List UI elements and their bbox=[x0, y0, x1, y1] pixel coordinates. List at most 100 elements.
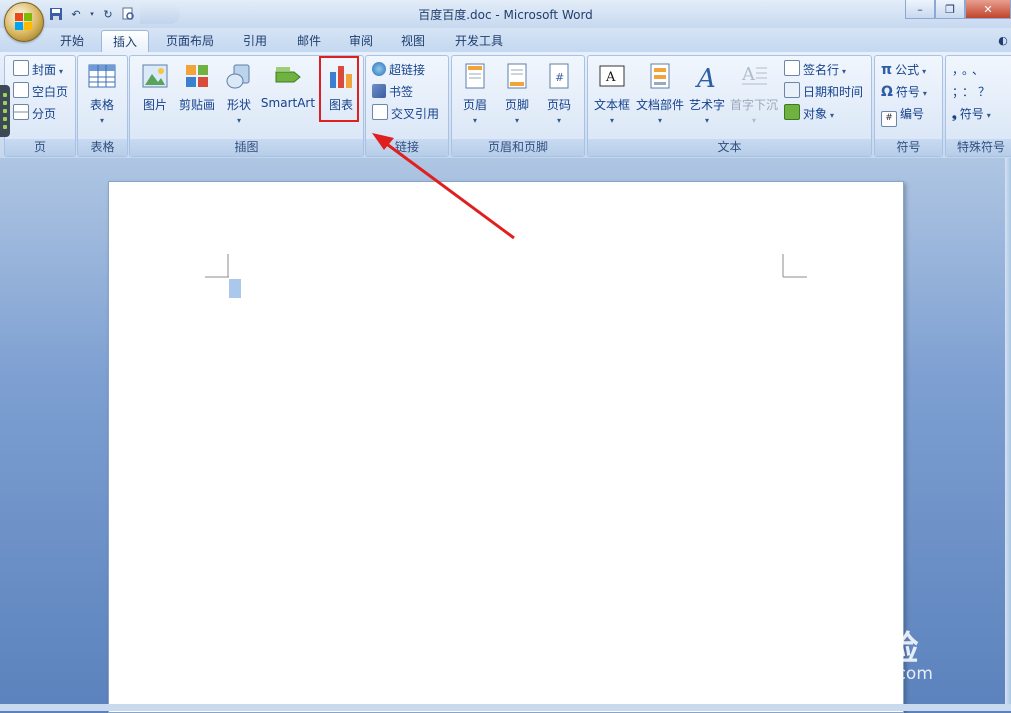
group-pages: 封面 ▾ 空白页 分页 页 bbox=[4, 55, 76, 157]
cover-page-button[interactable]: 封面 ▾ bbox=[13, 60, 63, 80]
group-label-header-footer: 页眉和页脚 bbox=[452, 139, 584, 156]
hyperlink-button[interactable]: 超链接 bbox=[372, 60, 425, 80]
numbering-button[interactable]: # 编号 bbox=[881, 104, 924, 127]
object-icon bbox=[784, 104, 800, 120]
footer-button[interactable]: 页脚 ▾ bbox=[496, 62, 538, 130]
cross-reference-icon bbox=[372, 104, 388, 120]
tab-references[interactable]: 引用 bbox=[235, 30, 275, 52]
vertical-scrollbar[interactable] bbox=[1005, 158, 1011, 711]
group-label-text: 文本 bbox=[588, 139, 871, 156]
table-icon bbox=[88, 62, 116, 90]
tab-mailings[interactable]: 邮件 bbox=[287, 30, 331, 52]
pi-icon: π bbox=[881, 62, 893, 78]
svg-text:A: A bbox=[695, 64, 716, 90]
cross-reference-button[interactable]: 交叉引用 bbox=[372, 104, 439, 124]
table-button[interactable]: 表格 ▾ bbox=[81, 62, 123, 130]
signature-line-button[interactable]: 签名行 ▾ bbox=[784, 60, 846, 80]
office-button[interactable] bbox=[4, 2, 44, 42]
page-number-button[interactable]: # 页码 ▾ bbox=[538, 62, 580, 130]
equation-button[interactable]: π 公式 ▾ bbox=[881, 60, 926, 80]
svg-text:A: A bbox=[605, 70, 616, 85]
ribbon-tab-bar: 开始 插入 页面布局 引用 邮件 审阅 视图 开发工具 ◐ bbox=[0, 28, 1011, 53]
group-label-links: 链接 bbox=[366, 139, 448, 156]
title-bar: ↶ ▾ ↻ 百度百度.doc - Microsoft Word – ❐ ✕ bbox=[0, 0, 1011, 28]
group-label-table: 表格 bbox=[78, 139, 127, 156]
special-symbol-button[interactable]: ❟ 符号 ▾ bbox=[952, 104, 991, 124]
chevron-down-icon: ▾ bbox=[704, 116, 709, 125]
chevron-down-icon: ▾ bbox=[514, 116, 519, 125]
watermark-brand: Bai 经验 bbox=[773, 629, 920, 669]
ribbon: 封面 ▾ 空白页 分页 页 表格 ▾ 表格 图片 剪贴画 形状 ▾ SmartA… bbox=[0, 52, 1011, 159]
chevron-down-icon: ▾ bbox=[556, 116, 561, 125]
bookmark-icon bbox=[372, 84, 386, 98]
window-title: 百度百度.doc - Microsoft Word bbox=[418, 8, 593, 22]
quick-parts-button[interactable]: 文档部件 ▾ bbox=[635, 62, 685, 130]
drop-cap-icon: A bbox=[740, 62, 768, 90]
help-icon[interactable]: ◐ bbox=[996, 30, 1010, 52]
picture-icon bbox=[141, 62, 169, 90]
group-header-footer: 页眉 ▾ 页脚 ▾ # 页码 ▾ 页眉和页脚 bbox=[451, 55, 585, 157]
tab-developer[interactable]: 开发工具 bbox=[447, 30, 511, 52]
smartart-button[interactable]: SmartArt bbox=[260, 62, 316, 130]
object-button[interactable]: 对象 ▾ bbox=[784, 104, 834, 124]
tab-insert[interactable]: 插入 bbox=[101, 30, 149, 53]
restore-button[interactable]: ❐ bbox=[935, 0, 965, 19]
blank-page-icon bbox=[13, 82, 29, 98]
cover-page-icon bbox=[13, 60, 29, 76]
group-symbols: π 公式 ▾ Ω 符号 ▾ # 编号 符号 bbox=[874, 55, 943, 157]
tab-view[interactable]: 视图 bbox=[393, 30, 433, 52]
wordart-icon: A bbox=[693, 62, 721, 94]
group-special-symbols: ，。、 ；：？ ❟ 符号 ▾ 特殊符号 bbox=[945, 55, 1011, 157]
text-box-icon: A bbox=[598, 62, 626, 90]
special-char-row-1[interactable]: ，。、 bbox=[952, 60, 984, 80]
page-number-icon: # bbox=[545, 62, 573, 90]
close-button[interactable]: ✕ bbox=[965, 0, 1011, 19]
chevron-down-icon: ▾ bbox=[99, 116, 104, 125]
wordart-button[interactable]: A 艺术字 ▾ bbox=[686, 62, 728, 130]
quick-parts-icon bbox=[646, 62, 674, 90]
clip-art-icon bbox=[183, 62, 211, 90]
text-box-button[interactable]: A 文本框 ▾ bbox=[590, 62, 634, 130]
watermark-url: jingyan.baidu.com bbox=[776, 664, 933, 684]
hyperlink-icon bbox=[372, 62, 386, 76]
chevron-down-icon: ▾ bbox=[472, 116, 477, 125]
page-break-icon bbox=[13, 104, 29, 120]
date-time-button[interactable]: 日期和时间 bbox=[784, 82, 863, 102]
symbol-button[interactable]: Ω 符号 ▾ bbox=[881, 82, 927, 102]
tab-home[interactable]: 开始 bbox=[50, 30, 94, 52]
side-handle[interactable] bbox=[0, 85, 10, 137]
group-label-special-symbols: 特殊符号 bbox=[946, 139, 1011, 156]
omega-icon: Ω bbox=[881, 84, 893, 100]
calendar-icon bbox=[784, 82, 800, 98]
special-char-row-2[interactable]: ；：？ bbox=[952, 82, 990, 102]
tab-page-layout[interactable]: 页面布局 bbox=[158, 30, 222, 52]
svg-text:A: A bbox=[741, 64, 756, 85]
page-break-button[interactable]: 分页 bbox=[13, 104, 56, 124]
group-label-symbols: 符号 bbox=[875, 139, 942, 156]
group-label-pages: 页 bbox=[5, 139, 75, 156]
footer-icon bbox=[503, 62, 531, 90]
status-bar bbox=[0, 704, 1011, 711]
bookmark-button[interactable]: 书签 bbox=[372, 82, 413, 102]
header-button[interactable]: 页眉 ▾ bbox=[454, 62, 496, 130]
picture-button[interactable]: 图片 bbox=[134, 62, 176, 130]
clip-art-button[interactable]: 剪贴画 bbox=[176, 62, 218, 130]
signature-line-icon bbox=[784, 60, 800, 76]
comma-icon: ❟ bbox=[952, 107, 957, 121]
group-links: 超链接 书签 交叉引用 链接 bbox=[365, 55, 449, 157]
shapes-icon bbox=[225, 62, 253, 90]
minimize-button[interactable]: – bbox=[905, 0, 935, 19]
group-table: 表格 ▾ 表格 bbox=[77, 55, 128, 157]
smartart-icon bbox=[274, 62, 302, 90]
drop-cap-button: A 首字下沉 ▾ bbox=[729, 62, 778, 125]
tab-review[interactable]: 审阅 bbox=[341, 30, 381, 52]
blank-page-button[interactable]: 空白页 bbox=[13, 82, 68, 102]
header-icon bbox=[461, 62, 489, 90]
chevron-down-icon: ▾ bbox=[657, 116, 662, 125]
group-text: A 文本框 ▾ 文档部件 ▾ A 艺术字 ▾ A 首字下沉 ▾ 签名行 ▾ 日期… bbox=[587, 55, 872, 157]
number-icon: # bbox=[881, 111, 897, 127]
svg-text:#: # bbox=[555, 71, 564, 84]
chevron-down-icon: ▾ bbox=[609, 116, 614, 125]
shapes-button[interactable]: 形状 ▾ bbox=[218, 62, 260, 130]
chevron-down-icon: ▾ bbox=[751, 116, 756, 125]
